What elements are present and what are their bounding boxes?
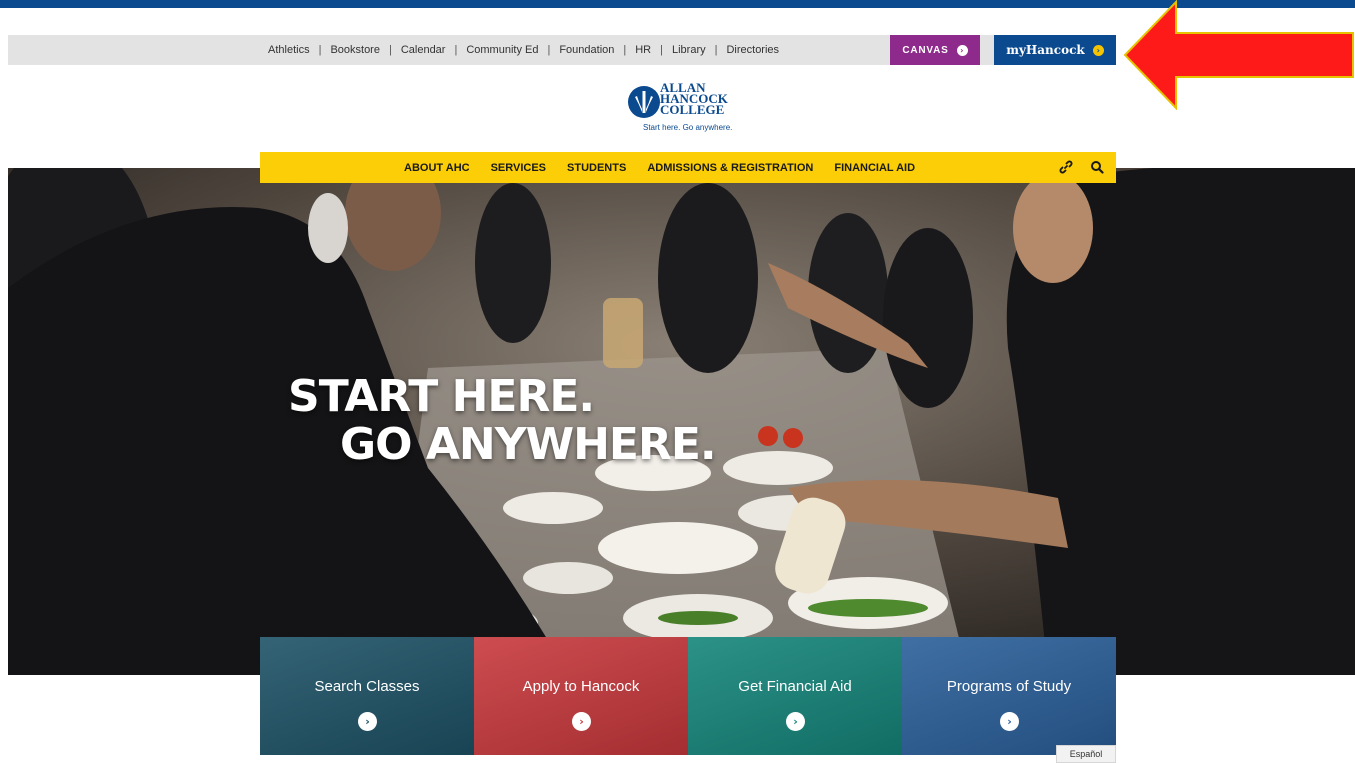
- hero-headline-line-1: START HERE.: [288, 371, 595, 422]
- main-nav-items: ABOUT AHC SERVICES STUDENTS ADMISSIONS & RE…: [404, 152, 936, 183]
- canvas-button[interactable]: CANVAS ›: [890, 35, 980, 65]
- tile-label: Search Classes: [314, 678, 420, 695]
- hero-headline-line-2: GO ANYWHERE.: [340, 419, 717, 470]
- utility-separator: |: [388, 44, 392, 56]
- tile-programs-of-study[interactable]: Programs of Study ›: [902, 637, 1116, 755]
- tile-background-photo: [260, 637, 474, 755]
- utility-link-calendar[interactable]: Calendar: [401, 44, 446, 56]
- tile-label: Get Financial Aid: [738, 678, 852, 695]
- hero-banner: START HERE. GO ANYWHERE.: [8, 168, 1355, 675]
- utility-separator: |: [318, 44, 322, 56]
- utility-link-community-ed[interactable]: Community Ed: [466, 44, 538, 56]
- hero-headline: START HERE. GO ANYWHERE.: [288, 371, 717, 470]
- nav-item-about-ahc[interactable]: ABOUT AHC: [404, 162, 470, 174]
- main-navigation: ABOUT AHC SERVICES STUDENTS ADMISSIONS & RE…: [260, 152, 1116, 183]
- tile-apply-to-hancock[interactable]: Apply to Hancock ›: [474, 637, 688, 755]
- chevron-right-icon: ›: [572, 712, 591, 731]
- utility-links: Athletics | Bookstore | Calendar | Community E…: [268, 35, 779, 65]
- chevron-right-icon: ›: [786, 712, 805, 731]
- tile-label: Programs of Study: [946, 678, 1072, 695]
- utility-link-bookstore[interactable]: Bookstore: [330, 44, 380, 56]
- college-logo[interactable]: ALLAN HANCOCK COLLEGE Start here. Go any…: [627, 80, 749, 136]
- canvas-button-label: CANVAS: [902, 44, 949, 56]
- chevron-right-icon: ›: [1000, 712, 1019, 731]
- utility-link-library[interactable]: Library: [672, 44, 706, 56]
- page: Athletics | Bookstore | Calendar | Community E…: [0, 0, 1355, 763]
- utility-link-athletics[interactable]: Athletics: [268, 44, 310, 56]
- tile-background-photo: [902, 637, 1116, 755]
- tile-label: Apply to Hancock: [522, 678, 640, 695]
- nav-item-students[interactable]: STUDENTS: [567, 162, 626, 174]
- red-arrow-annotation-icon: [1123, 0, 1354, 110]
- nav-item-services[interactable]: SERVICES: [491, 162, 546, 174]
- tile-get-financial-aid[interactable]: Get Financial Aid ›: [688, 637, 902, 755]
- college-name: ALLAN HANCOCK COLLEGE: [660, 81, 728, 117]
- link-icon[interactable]: [1059, 160, 1073, 174]
- tile-background-photo: [688, 637, 902, 755]
- utility-separator: |: [714, 44, 718, 56]
- utility-separator: |: [454, 44, 458, 56]
- quick-links-tiles: Search Classes › Apply to Hancock › Get Fina…: [260, 637, 1116, 755]
- utility-separator: |: [623, 44, 627, 56]
- nav-item-admissions-registration[interactable]: ADMISSIONS & REGISTRATION: [647, 162, 813, 174]
- college-emblem-icon: [628, 86, 660, 118]
- tile-background-photo: [474, 637, 688, 755]
- chevron-right-icon: ›: [956, 44, 968, 56]
- spanish-language-button[interactable]: Español: [1056, 745, 1116, 763]
- logo-line-3: COLLEGE: [660, 102, 725, 117]
- utility-link-hr[interactable]: HR: [635, 44, 651, 56]
- utility-separator: |: [547, 44, 551, 56]
- search-icon[interactable]: [1090, 160, 1104, 174]
- logo-tagline: Start here. Go anywhere.: [643, 123, 733, 132]
- myhancock-button-label: myHancock: [1006, 43, 1085, 57]
- utility-link-foundation[interactable]: Foundation: [559, 44, 614, 56]
- utility-separator: |: [660, 44, 663, 56]
- nav-item-financial-aid[interactable]: FINANCIAL AID: [834, 162, 915, 174]
- tile-search-classes[interactable]: Search Classes ›: [260, 637, 474, 755]
- utility-link-directories[interactable]: Directories: [726, 44, 779, 56]
- chevron-right-icon: ›: [358, 712, 377, 731]
- myhancock-button[interactable]: myHancock ›: [994, 35, 1116, 65]
- chevron-right-icon: ›: [1092, 44, 1104, 56]
